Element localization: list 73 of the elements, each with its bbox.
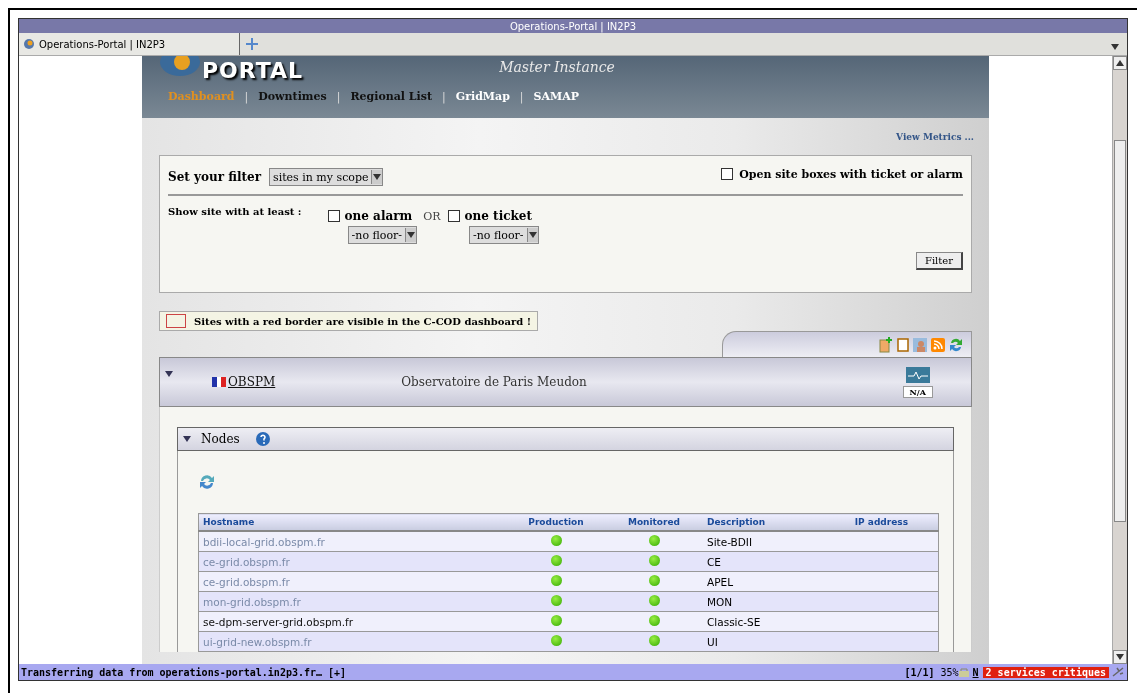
- nav-link[interactable]: Regional List: [350, 90, 433, 103]
- hostname-link[interactable]: se-dpm-server-grid.obspm.fr: [203, 615, 354, 628]
- table-cell: Classic-SE: [703, 611, 825, 632]
- tab-list-icon[interactable]: [1111, 43, 1119, 50]
- column-header: Production: [507, 513, 605, 531]
- refresh-icon[interactable]: [949, 336, 963, 353]
- n-indicator[interactable]: N: [972, 666, 979, 678]
- checkbox[interactable]: [447, 210, 460, 222]
- zoom-level: 35%: [940, 666, 959, 678]
- nav-separator: |: [244, 90, 249, 103]
- caret-icon[interactable]: [373, 174, 382, 180]
- nav-separator: |: [519, 90, 524, 103]
- table-cell: CE: [703, 551, 825, 572]
- clipboard-icon[interactable]: [897, 337, 909, 352]
- checkbox-label: Open site boxes with ticket or alarm: [739, 167, 963, 181]
- column-header: Description: [703, 513, 825, 531]
- nav-link[interactable]: SAMAP: [533, 90, 579, 103]
- checkbox[interactable]: [721, 168, 734, 180]
- nav-link[interactable]: Downtimes: [258, 90, 327, 103]
- plug-icon: [1111, 666, 1125, 678]
- table-cell: MON: [703, 591, 825, 612]
- checkbox-label: one alarm: [344, 209, 413, 223]
- lock-icon: [958, 667, 969, 677]
- new-tab-icon[interactable]: [246, 38, 258, 50]
- instance-title: Master Instance: [499, 59, 615, 75]
- table-cell: APEL: [703, 571, 825, 592]
- hostname-link[interactable]: ce-grid.obspm.fr: [203, 555, 290, 568]
- monitor-icon[interactable]: [905, 366, 930, 383]
- scroll-down-icon[interactable]: [1116, 654, 1124, 660]
- page-count: [1/1]: [904, 666, 935, 678]
- flag-icon: [212, 377, 226, 387]
- nav-link[interactable]: GridMap: [455, 90, 510, 103]
- column-header: Hostname: [198, 513, 507, 531]
- help-icon[interactable]: [255, 432, 270, 446]
- scope-select[interactable]: sites in my scope: [269, 168, 384, 186]
- checkbox-label: one ticket: [464, 209, 532, 223]
- browser-tab[interactable]: Operations-Portal | IN2P3: [19, 33, 240, 55]
- checkbox[interactable]: [327, 210, 340, 222]
- view-metrics-link[interactable]: View Metrics ...: [896, 132, 974, 142]
- hostname-link[interactable]: mon-grid.obspm.fr: [203, 595, 301, 608]
- or-label: OR: [423, 209, 441, 223]
- filter-label: Set your filter: [168, 170, 261, 184]
- alert-badge[interactable]: 2 services critiques: [982, 666, 1109, 678]
- column-header: Monitored: [605, 513, 703, 531]
- border-swatch: [166, 314, 186, 328]
- hostname-link[interactable]: ce-grid.obspm.fr: [203, 575, 290, 588]
- caret-icon[interactable]: [407, 232, 416, 238]
- logo-text: PORTAL: [202, 58, 304, 83]
- table-cell: UI: [703, 631, 825, 652]
- refresh-icon[interactable]: [198, 473, 216, 491]
- filter-button[interactable]: Filter: [915, 252, 963, 270]
- nav-separator: |: [336, 90, 341, 103]
- notice-text: Sites with a red border are visible in the C-COD dashboard !: [194, 315, 532, 327]
- alarm-floor-select[interactable]: -no floor-: [347, 226, 418, 244]
- status-badge: N/A: [902, 385, 933, 398]
- hostname-link[interactable]: bdii-local-grid.obspm.fr: [203, 535, 325, 548]
- nav-separator: |: [442, 90, 446, 103]
- hostname-link[interactable]: ui-grid-new.obspm.fr: [203, 635, 312, 648]
- collapse-icon[interactable]: [183, 436, 191, 442]
- site-full-name: Observatoire de Paris Meudon: [401, 375, 587, 389]
- show-site-label: Show site with at least :: [168, 206, 302, 217]
- column-header: IP address: [824, 513, 939, 531]
- site-link[interactable]: OBSPM: [228, 375, 276, 389]
- ticket-floor-select[interactable]: -no floor-: [469, 226, 539, 244]
- status-message: Transferring data from operations-portal.in2p3.fr… [+]: [21, 666, 347, 678]
- caret-icon[interactable]: [528, 232, 537, 238]
- nodes-title: Nodes: [201, 432, 240, 446]
- scrollbar[interactable]: [1112, 56, 1127, 664]
- table-cell: Site-BDII: [703, 531, 825, 552]
- window-title: Operations-Portal | IN2P3: [509, 20, 637, 32]
- site-favicon-icon: [23, 38, 35, 50]
- collapse-icon[interactable]: [165, 371, 173, 377]
- scroll-up-icon[interactable]: [1116, 60, 1124, 66]
